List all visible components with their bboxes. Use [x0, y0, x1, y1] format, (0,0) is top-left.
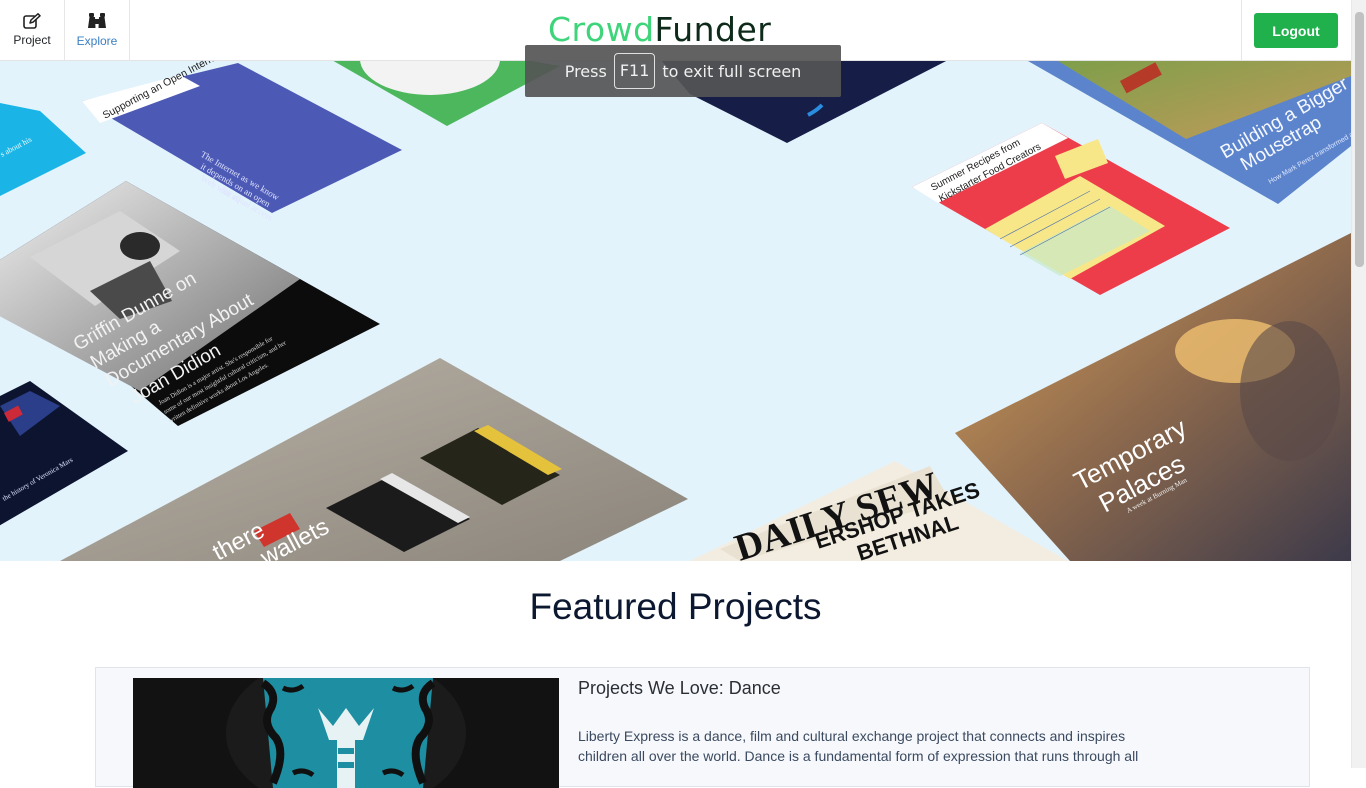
fullscreen-notice-after: to exit full screen — [662, 61, 802, 81]
brand-logo[interactable]: CrowdFunder — [548, 10, 771, 50]
hero-collage: s about his Supporting an Open Internet … — [0, 61, 1351, 561]
project-thumbnail-art — [133, 678, 559, 788]
brand-crowd: Crowd — [548, 10, 655, 49]
project-description: Liberty Express is a dance, film and cul… — [578, 728, 1139, 764]
nav-explore[interactable]: Explore — [65, 0, 130, 60]
page-scrollbar[interactable] — [1351, 0, 1366, 768]
nav-divider — [1241, 0, 1242, 60]
binoculars-icon — [88, 13, 106, 28]
fullscreen-notice: Press F11 to exit full screen — [525, 45, 841, 97]
project-title[interactable]: Projects We Love: Dance — [578, 678, 781, 699]
nav-project[interactable]: Project — [0, 0, 65, 60]
featured-heading: Featured Projects — [529, 586, 822, 627]
edit-icon — [23, 13, 41, 29]
logout-button[interactable]: Logout — [1254, 13, 1338, 48]
fullscreen-notice-before: Press — [564, 61, 607, 81]
project-thumbnail[interactable] — [133, 678, 559, 788]
featured-project-card[interactable]: Projects We Love: Dance Liberty Express … — [95, 667, 1310, 788]
brand-funder: Funder — [654, 10, 772, 49]
nav-project-label: Project — [13, 33, 51, 47]
scrollbar-thumb[interactable] — [1355, 12, 1364, 267]
fullscreen-key: F11 — [613, 53, 656, 89]
hero-collage-art: s about his Supporting an Open Internet … — [0, 61, 1351, 561]
nav-explore-label: Explore — [76, 34, 118, 48]
